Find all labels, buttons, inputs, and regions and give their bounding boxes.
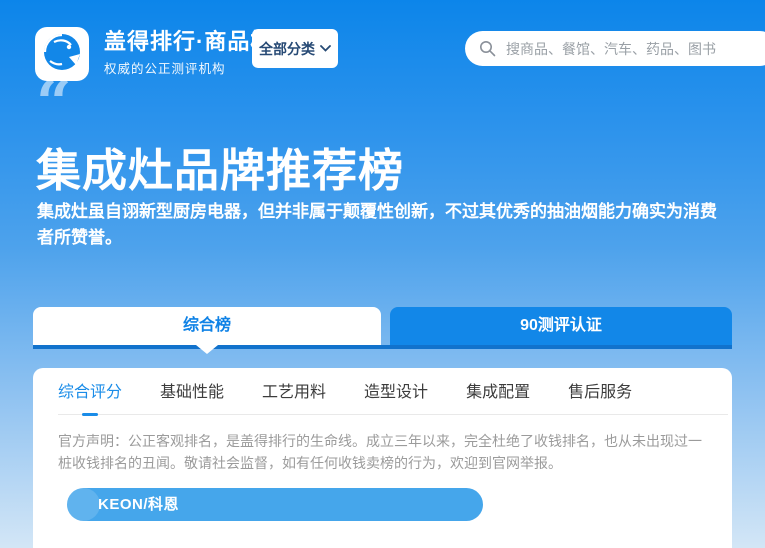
active-tab-pointer (196, 345, 218, 354)
subtab-integration[interactable]: 集成配置 (466, 382, 530, 404)
official-statement: 官方声明：公正客观排名，是盖得排行的生命线。成立三年以来，完全杜绝了收钱排名，也… (58, 430, 713, 474)
page-title: 集成灶品牌推荐榜 (36, 134, 404, 199)
categories-button-label: 全部分类 (259, 39, 315, 59)
brand-title: 盖得排行·商品榜 (104, 29, 273, 55)
search-input[interactable] (504, 40, 758, 58)
search-icon (479, 40, 496, 57)
active-subtab-underline (82, 413, 98, 416)
subtab-divider (58, 414, 728, 415)
brand-subtitle: 权威的公正测评机构 (104, 58, 273, 77)
subtab-materials[interactable]: 工艺用料 (262, 382, 326, 404)
chevron-down-icon (320, 45, 331, 52)
tab-underline-bar (33, 345, 732, 349)
subtab-design[interactable]: 造型设计 (364, 382, 428, 404)
subtab-after-sales[interactable]: 售后服务 (568, 382, 632, 404)
page-description: 集成灶虽自诩新型厨房电器，但并非属于颠覆性创新，不过其优秀的抽油烟能力确实为消费… (37, 199, 729, 251)
categories-button[interactable]: 全部分类 (252, 29, 338, 68)
tab-comprehensive-ranking[interactable]: 综合榜 (33, 307, 381, 345)
search-bar[interactable] (465, 31, 765, 66)
brand-block: 盖得排行·商品榜 权威的公正测评机构 (104, 29, 273, 77)
brand-name: KEON/科恩 (98, 488, 179, 521)
brand-logo-placeholder (67, 488, 100, 521)
page: 盖得排行·商品榜 权威的公正测评机构 全部分类 “ 集成灶品牌推荐榜 集成灶虽自… (0, 0, 765, 548)
ranking-item-keon[interactable]: KEON/科恩 (67, 488, 483, 521)
subtab-basic-performance[interactable]: 基础性能 (160, 382, 224, 404)
quote-icon: “ (36, 72, 72, 120)
content-card: 综合评分 基础性能 工艺用料 造型设计 集成配置 售后服务 官方声明：公正客观排… (33, 368, 732, 548)
score-filter-tabs: 综合评分 基础性能 工艺用料 造型设计 集成配置 售后服务 (58, 382, 632, 404)
tab-90-certification[interactable]: 90测评认证 (390, 307, 732, 345)
subtab-overall-score[interactable]: 综合评分 (58, 382, 122, 404)
